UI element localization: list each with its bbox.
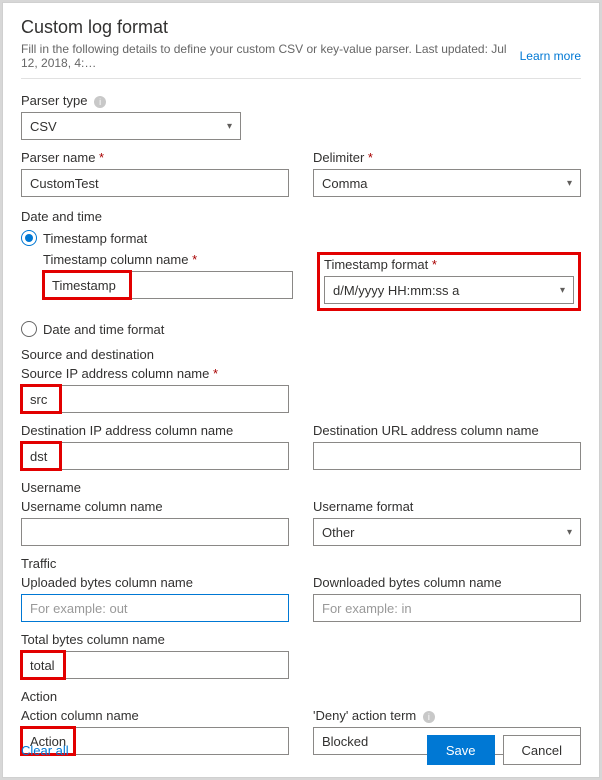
page-subtitle-row: Fill in the following details to define … [21,42,581,79]
radio-icon [21,230,37,246]
source-ip-input[interactable] [21,385,289,413]
chevron-down-icon: ▾ [227,121,232,132]
radio-icon [21,321,37,337]
learn-more-link[interactable]: Learn more [520,49,581,63]
timestamp-fmt-label: Timestamp format [324,257,574,272]
downloaded-bytes-input[interactable] [313,594,581,622]
cancel-button[interactable]: Cancel [503,735,581,765]
timestamp-col-input[interactable] [43,271,293,299]
footer: Clear all Save Cancel [21,735,581,765]
delimiter-select[interactable]: Comma ▾ [313,169,581,197]
total-bytes-input[interactable] [21,651,289,679]
username-fmt-label: Username format [313,499,581,514]
parser-name-input[interactable] [21,169,289,197]
downloaded-bytes-label: Downloaded bytes column name [313,575,581,590]
username-col-input[interactable] [21,518,289,546]
source-ip-label: Source IP address column name [21,366,581,381]
radio-timestamp-format[interactable]: Timestamp format [21,230,581,246]
uploaded-bytes-input[interactable] [21,594,289,622]
total-bytes-label: Total bytes column name [21,632,581,647]
dest-ip-input[interactable] [21,442,289,470]
page-subtitle: Fill in the following details to define … [21,42,512,70]
username-section: Username [21,480,581,495]
delimiter-label: Delimiter [313,150,581,165]
action-section: Action [21,689,581,704]
traffic-section: Traffic [21,556,581,571]
page-title: Custom log format [21,17,581,38]
chevron-down-icon: ▾ [567,527,572,538]
save-button[interactable]: Save [427,735,495,765]
clear-all-link[interactable]: Clear all [21,743,69,758]
custom-log-format-panel: Custom log format Fill in the following … [2,2,600,778]
dest-url-label: Destination URL address column name [313,423,581,438]
username-col-label: Username column name [21,499,289,514]
action-col-label: Action column name [21,708,289,723]
radio-date-time-format[interactable]: Date and time format [21,321,581,337]
uploaded-bytes-label: Uploaded bytes column name [21,575,289,590]
username-fmt-select[interactable]: Other ▾ [313,518,581,546]
info-icon[interactable]: i [423,711,435,723]
chevron-down-icon: ▾ [560,285,565,296]
parser-type-group: Parser type i CSV ▾ [21,93,581,140]
dest-url-input[interactable] [313,442,581,470]
timestamp-fmt-select[interactable]: d/M/yyyy HH:mm:ss a ▾ [324,276,574,304]
deny-term-label: 'Deny' action term i [313,708,581,723]
timestamp-col-label: Timestamp column name [43,252,293,267]
date-time-section: Date and time [21,209,581,224]
chevron-down-icon: ▾ [567,178,572,189]
dest-ip-label: Destination IP address column name [21,423,289,438]
parser-type-label: Parser type i [21,93,581,108]
info-icon[interactable]: i [94,96,106,108]
parser-name-label: Parser name [21,150,289,165]
parser-type-select[interactable]: CSV ▾ [21,112,241,140]
source-dest-section: Source and destination [21,347,581,362]
